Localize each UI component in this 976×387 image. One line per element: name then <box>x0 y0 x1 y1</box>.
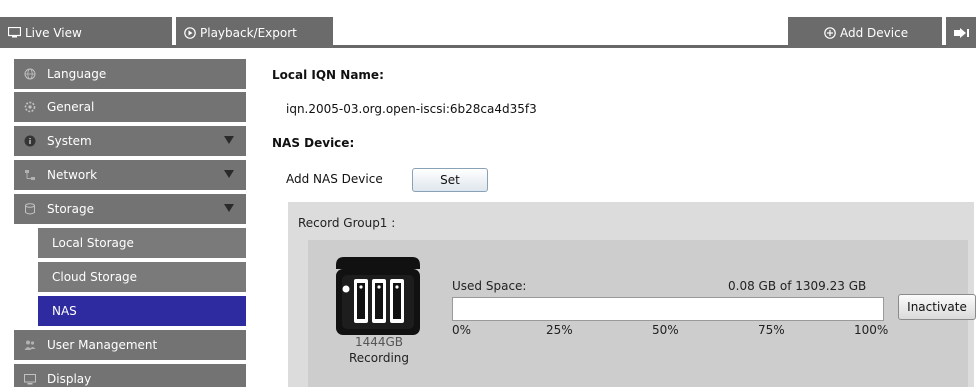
sidebar-item-system[interactable]: System <box>14 126 246 156</box>
info-icon <box>23 134 37 148</box>
sidebar-item-display[interactable]: Display <box>14 364 246 387</box>
add-device-button[interactable]: Add Device <box>788 17 942 48</box>
add-nas-label: Add NAS Device <box>286 172 383 186</box>
sidebar-item-storage[interactable]: Storage <box>14 194 246 224</box>
nas-caption: 1444GB Recording <box>334 335 424 366</box>
monitor-icon <box>8 27 21 38</box>
sidebar-item-general[interactable]: General <box>14 92 246 122</box>
sidebar-subitem-label: Local Storage <box>52 236 134 250</box>
sidebar-item-label: Storage <box>47 202 94 216</box>
iqn-value: iqn.2005-03.org.open-iscsi:6b28ca4d35f3 <box>286 102 537 116</box>
set-button[interactable]: Set <box>412 168 488 192</box>
app-window: Live View Playback/Export Add Device Lan <box>0 0 976 387</box>
play-circle-icon <box>184 26 196 39</box>
sidebar-subitem-label: NAS <box>52 304 77 318</box>
nas-device-icon <box>332 255 424 339</box>
database-icon <box>23 202 37 216</box>
logout-button[interactable] <box>946 17 976 48</box>
used-space-value: 0.08 GB of 1309.23 GB <box>728 279 867 293</box>
add-device-label: Add Device <box>840 25 909 40</box>
nas-capacity: 1444GB <box>354 335 404 349</box>
record-group-content: 1444GB Recording Used Space: 0.08 GB of … <box>308 240 976 387</box>
users-icon <box>23 338 37 352</box>
gear-icon <box>23 100 37 114</box>
tab-playback-export[interactable]: Playback/Export <box>176 17 333 48</box>
chevron-down-icon <box>224 204 234 212</box>
sidebar-item-label: User Management <box>47 338 158 352</box>
tab-playback-label: Playback/Export <box>200 25 297 40</box>
chevron-down-icon <box>224 136 234 144</box>
sidebar-item-user-management[interactable]: User Management <box>14 330 246 360</box>
tick-label: 25% <box>546 323 573 337</box>
monitor-icon <box>23 372 37 386</box>
chevron-down-icon <box>224 170 234 178</box>
globe-icon <box>23 67 37 81</box>
logout-icon <box>954 27 970 39</box>
record-group-box: Record Group1 : 1444GB Recording Used Sp… <box>288 202 976 387</box>
nas-settings-panel: Local IQN Name: iqn.2005-03.org.open-isc… <box>256 48 976 387</box>
settings-sidebar: Language General System Network Storage … <box>0 48 256 387</box>
sidebar-subitem-local-storage[interactable]: Local Storage <box>38 228 246 258</box>
top-toolbar: Live View Playback/Export Add Device <box>0 0 976 48</box>
sidebar-subitem-cloud-storage[interactable]: Cloud Storage <box>38 262 246 292</box>
iqn-heading: Local IQN Name: <box>272 68 384 82</box>
plus-circle-icon <box>824 26 836 39</box>
sidebar-item-language[interactable]: Language <box>14 59 246 89</box>
tick-label: 75% <box>758 323 785 337</box>
inactivate-button[interactable]: Inactivate <box>898 294 976 320</box>
tab-live-view[interactable]: Live View <box>0 17 172 48</box>
tab-live-view-label: Live View <box>25 25 82 40</box>
sidebar-item-label: System <box>47 134 92 148</box>
nas-device-heading: NAS Device: <box>272 136 355 150</box>
used-space-bar <box>452 297 884 321</box>
sidebar-item-label: Language <box>47 67 107 81</box>
tick-label: 100% <box>854 323 889 337</box>
network-icon <box>23 168 37 182</box>
nas-status: Recording <box>348 351 410 365</box>
tick-label: 50% <box>652 323 679 337</box>
sidebar-item-label: General <box>47 100 95 114</box>
sidebar-item-label: Network <box>47 168 98 182</box>
sidebar-subitem-nas[interactable]: NAS <box>38 296 246 326</box>
sidebar-item-network[interactable]: Network <box>14 160 246 190</box>
tick-label: 0% <box>452 323 472 337</box>
sidebar-subitem-label: Cloud Storage <box>52 270 138 284</box>
used-space-label: Used Space: <box>452 279 527 293</box>
record-group-title: Record Group1 : <box>298 216 396 230</box>
sidebar-item-label: Display <box>47 372 92 386</box>
